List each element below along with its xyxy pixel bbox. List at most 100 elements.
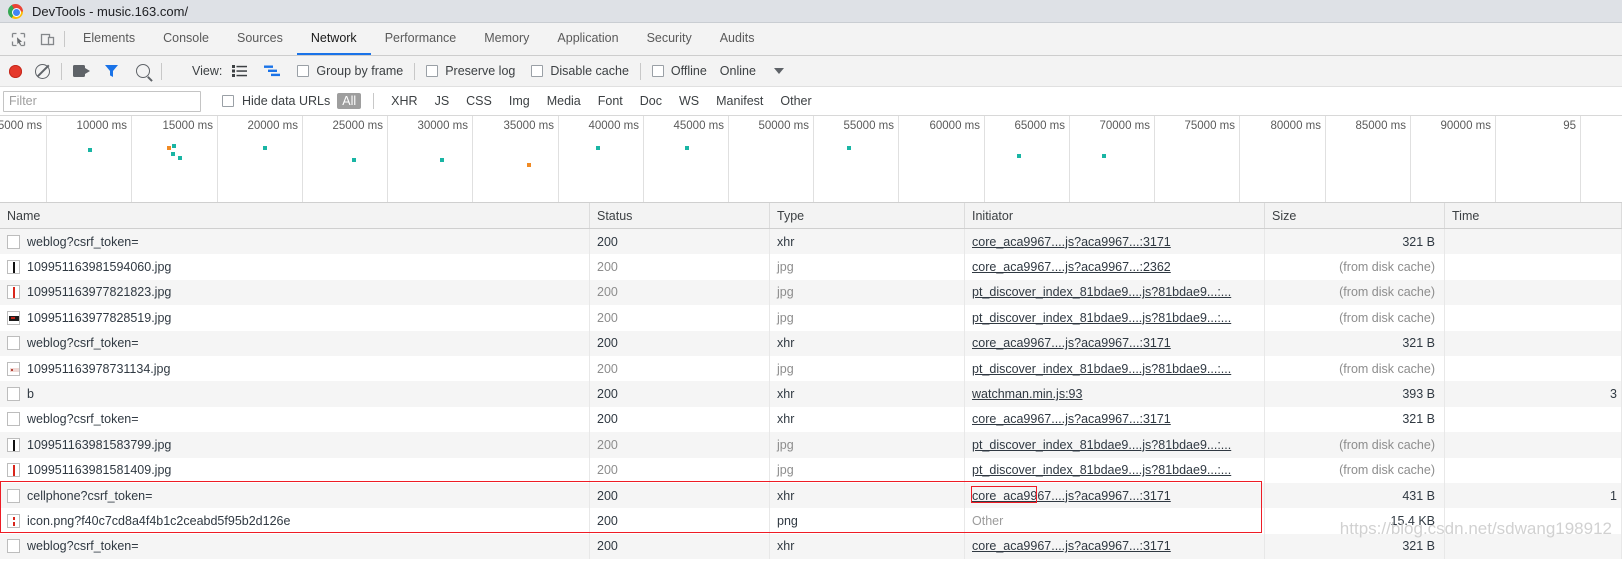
cell-name[interactable]: 109951163981594060.jpg bbox=[0, 254, 590, 280]
column-header-name[interactable]: Name bbox=[0, 203, 590, 228]
throttling-select[interactable]: Online bbox=[720, 64, 784, 78]
cell-name[interactable]: 109951163981581409.jpg bbox=[0, 457, 590, 483]
filter-type-js[interactable]: JS bbox=[430, 93, 455, 109]
initiator-link[interactable]: pt_discover_index_81bdae9....js?81bdae9.… bbox=[972, 285, 1231, 299]
cell-initiator[interactable]: pt_discover_index_81bdae9....js?81bdae9.… bbox=[965, 432, 1265, 458]
table-row[interactable]: weblog?csrf_token= 200 xhr core_aca9967....… bbox=[0, 229, 1622, 255]
column-header-size[interactable]: Size bbox=[1265, 203, 1445, 228]
hide-data-urls-checkbox[interactable]: Hide data URLs bbox=[222, 94, 330, 108]
cell-initiator[interactable]: core_aca9967....js?aca9967...:3171 bbox=[965, 533, 1265, 560]
checkbox-box[interactable] bbox=[297, 65, 310, 77]
filter-type-doc[interactable]: Doc bbox=[635, 93, 667, 109]
table-row[interactable]: 109951163981594060.jpg 200 jpg core_aca9967… bbox=[0, 254, 1622, 280]
initiator-link[interactable]: pt_discover_index_81bdae9....js?81bdae9.… bbox=[972, 463, 1231, 477]
cell-initiator[interactable]: pt_discover_index_81bdae9....js?81bdae9.… bbox=[965, 457, 1265, 483]
toolbar-divider-2 bbox=[161, 62, 162, 80]
toggle-device-toolbar-icon[interactable] bbox=[39, 31, 56, 48]
cell-name[interactable]: cellphone?csrf_token= bbox=[0, 482, 590, 509]
cell-name[interactable]: 109951163977821823.jpg bbox=[0, 279, 590, 306]
cell-initiator[interactable]: core_aca9967....js?aca9967...:3171 bbox=[965, 482, 1265, 509]
cell-name[interactable]: weblog?csrf_token= bbox=[0, 330, 590, 356]
record-button-icon[interactable] bbox=[9, 64, 22, 78]
cell-initiator[interactable]: core_aca9967....js?aca9967...:3171 bbox=[965, 229, 1265, 255]
table-row[interactable]: 109951163981583799.jpg 200 jpg pt_discover_… bbox=[0, 432, 1622, 458]
initiator-link[interactable]: core_aca9967....js?aca9967...:2362 bbox=[972, 260, 1171, 274]
table-row[interactable]: 109951163981581409.jpg 200 jpg pt_discover_… bbox=[0, 457, 1622, 483]
cell-name[interactable]: weblog?csrf_token= bbox=[0, 229, 590, 255]
checkbox-box[interactable] bbox=[222, 95, 234, 107]
initiator-link[interactable]: pt_discover_index_81bdae9....js?81bdae9.… bbox=[972, 311, 1231, 325]
column-header-initiator[interactable]: Initiator bbox=[965, 203, 1265, 228]
cell-time bbox=[1445, 432, 1622, 458]
search-input[interactable] bbox=[3, 90, 201, 112]
table-row[interactable]: 109951163977828519.jpg 200 jpg pt_discover_… bbox=[0, 305, 1622, 331]
cell-name[interactable]: icon.png?f40c7cd8a4f4b1c2ceabd5f95b2d126… bbox=[0, 508, 590, 534]
initiator-link[interactable]: pt_discover_index_81bdae9....js?81bdae9.… bbox=[972, 438, 1231, 452]
tab-performance[interactable]: Performance bbox=[371, 23, 471, 55]
cell-initiator[interactable]: pt_discover_index_81bdae9....js?81bdae9.… bbox=[965, 279, 1265, 306]
cell-name[interactable]: weblog?csrf_token= bbox=[0, 533, 590, 560]
cell-initiator[interactable]: core_aca9967....js?aca9967...:2362 bbox=[965, 254, 1265, 280]
column-header-status[interactable]: Status bbox=[590, 203, 770, 228]
column-header-time[interactable]: Time bbox=[1445, 203, 1622, 228]
cell-initiator[interactable]: pt_discover_index_81bdae9....js?81bdae9.… bbox=[965, 305, 1265, 331]
filter-type-manifest[interactable]: Manifest bbox=[711, 93, 768, 109]
camera-icon[interactable] bbox=[73, 65, 90, 77]
clear-icon[interactable] bbox=[35, 63, 50, 79]
cell-name[interactable]: 109951163981583799.jpg bbox=[0, 432, 590, 458]
table-row[interactable]: 109951163978731134.jpg 200 jpg pt_discover_… bbox=[0, 355, 1622, 382]
table-row[interactable]: weblog?csrf_token= 200 xhr core_aca9967....… bbox=[0, 406, 1622, 433]
tab-memory[interactable]: Memory bbox=[470, 23, 543, 55]
search-icon[interactable] bbox=[136, 64, 150, 78]
tab-security[interactable]: Security bbox=[633, 23, 706, 55]
tab-application[interactable]: Application bbox=[543, 23, 632, 55]
filter-type-other[interactable]: Other bbox=[775, 93, 816, 109]
tab-elements[interactable]: Elements bbox=[69, 23, 149, 55]
offline-checkbox[interactable]: Offline bbox=[651, 64, 707, 78]
table-row[interactable]: cellphone?csrf_token= 200 xhr core_aca9967.… bbox=[0, 482, 1622, 509]
filter-type-ws[interactable]: WS bbox=[674, 93, 704, 109]
inspect-element-icon[interactable] bbox=[10, 31, 27, 48]
checkbox-box[interactable] bbox=[426, 65, 439, 77]
initiator-link[interactable]: core_aca9967....js?aca9967...:3171 bbox=[972, 539, 1171, 553]
cell-initiator[interactable]: pt_discover_index_81bdae9....js?81bdae9.… bbox=[965, 355, 1265, 382]
tab-sources[interactable]: Sources bbox=[223, 23, 297, 55]
initiator-link[interactable]: core_aca9967....js?aca9967...:3171 bbox=[972, 412, 1171, 426]
tab-console[interactable]: Console bbox=[149, 23, 223, 55]
filter-type-all[interactable]: All bbox=[337, 93, 362, 109]
tab-network[interactable]: Network bbox=[296, 23, 371, 55]
initiator-link[interactable]: core_aca9967....js?aca9967...:3171 bbox=[972, 489, 1171, 503]
table-row[interactable]: b 200 xhr watchman.min.js:93 393 B3 bbox=[0, 381, 1622, 407]
cell-initiator[interactable]: core_aca9967....js?aca9967...:3171 bbox=[965, 330, 1265, 356]
initiator-link[interactable]: pt_discover_index_81bdae9....js?81bdae9.… bbox=[972, 362, 1231, 376]
cell-initiator[interactable]: watchman.min.js:93 bbox=[965, 381, 1265, 407]
waterfall-view-icon[interactable] bbox=[264, 65, 281, 77]
filter-type-font[interactable]: Font bbox=[593, 93, 628, 109]
group-by-frame-checkbox[interactable]: Group by frame bbox=[297, 64, 403, 78]
checkbox-box[interactable] bbox=[531, 65, 544, 77]
cell-name[interactable]: 109951163977828519.jpg bbox=[0, 305, 590, 331]
cell-name[interactable]: weblog?csrf_token= bbox=[0, 406, 590, 433]
filter-type-img[interactable]: Img bbox=[504, 93, 535, 109]
network-overview-timeline[interactable]: 5000 ms 10000 ms 15000 ms 20000 ms 25000 ms 3… bbox=[0, 116, 1622, 203]
timeline-tick bbox=[1495, 116, 1496, 202]
preserve-log-checkbox[interactable]: Preserve log bbox=[426, 64, 515, 78]
filter-funnel-icon[interactable] bbox=[104, 64, 119, 78]
cell-name[interactable]: b bbox=[0, 381, 590, 407]
cell-initiator[interactable]: core_aca9967....js?aca9967...:3171 bbox=[965, 406, 1265, 433]
column-header-type[interactable]: Type bbox=[770, 203, 965, 228]
disable-cache-checkbox[interactable]: Disable cache bbox=[531, 64, 629, 78]
filter-type-css[interactable]: CSS bbox=[461, 93, 497, 109]
cell-name[interactable]: 109951163978731134.jpg bbox=[0, 355, 590, 382]
tab-audits[interactable]: Audits bbox=[706, 23, 769, 55]
initiator-link[interactable]: core_aca9967....js?aca9967...:3171 bbox=[972, 336, 1171, 350]
list-view-icon[interactable] bbox=[232, 65, 248, 77]
table-row[interactable]: 109951163977821823.jpg 200 jpg pt_discover_… bbox=[0, 279, 1622, 306]
filter-type-media[interactable]: Media bbox=[542, 93, 586, 109]
checkbox-box[interactable] bbox=[651, 65, 664, 77]
filter-type-xhr[interactable]: XHR bbox=[386, 93, 422, 109]
chevron-down-icon[interactable] bbox=[773, 68, 784, 74]
initiator-link[interactable]: core_aca9967....js?aca9967...:3171 bbox=[972, 235, 1171, 249]
initiator-link[interactable]: watchman.min.js:93 bbox=[972, 387, 1082, 401]
table-row[interactable]: weblog?csrf_token= 200 xhr core_aca9967....… bbox=[0, 330, 1622, 356]
